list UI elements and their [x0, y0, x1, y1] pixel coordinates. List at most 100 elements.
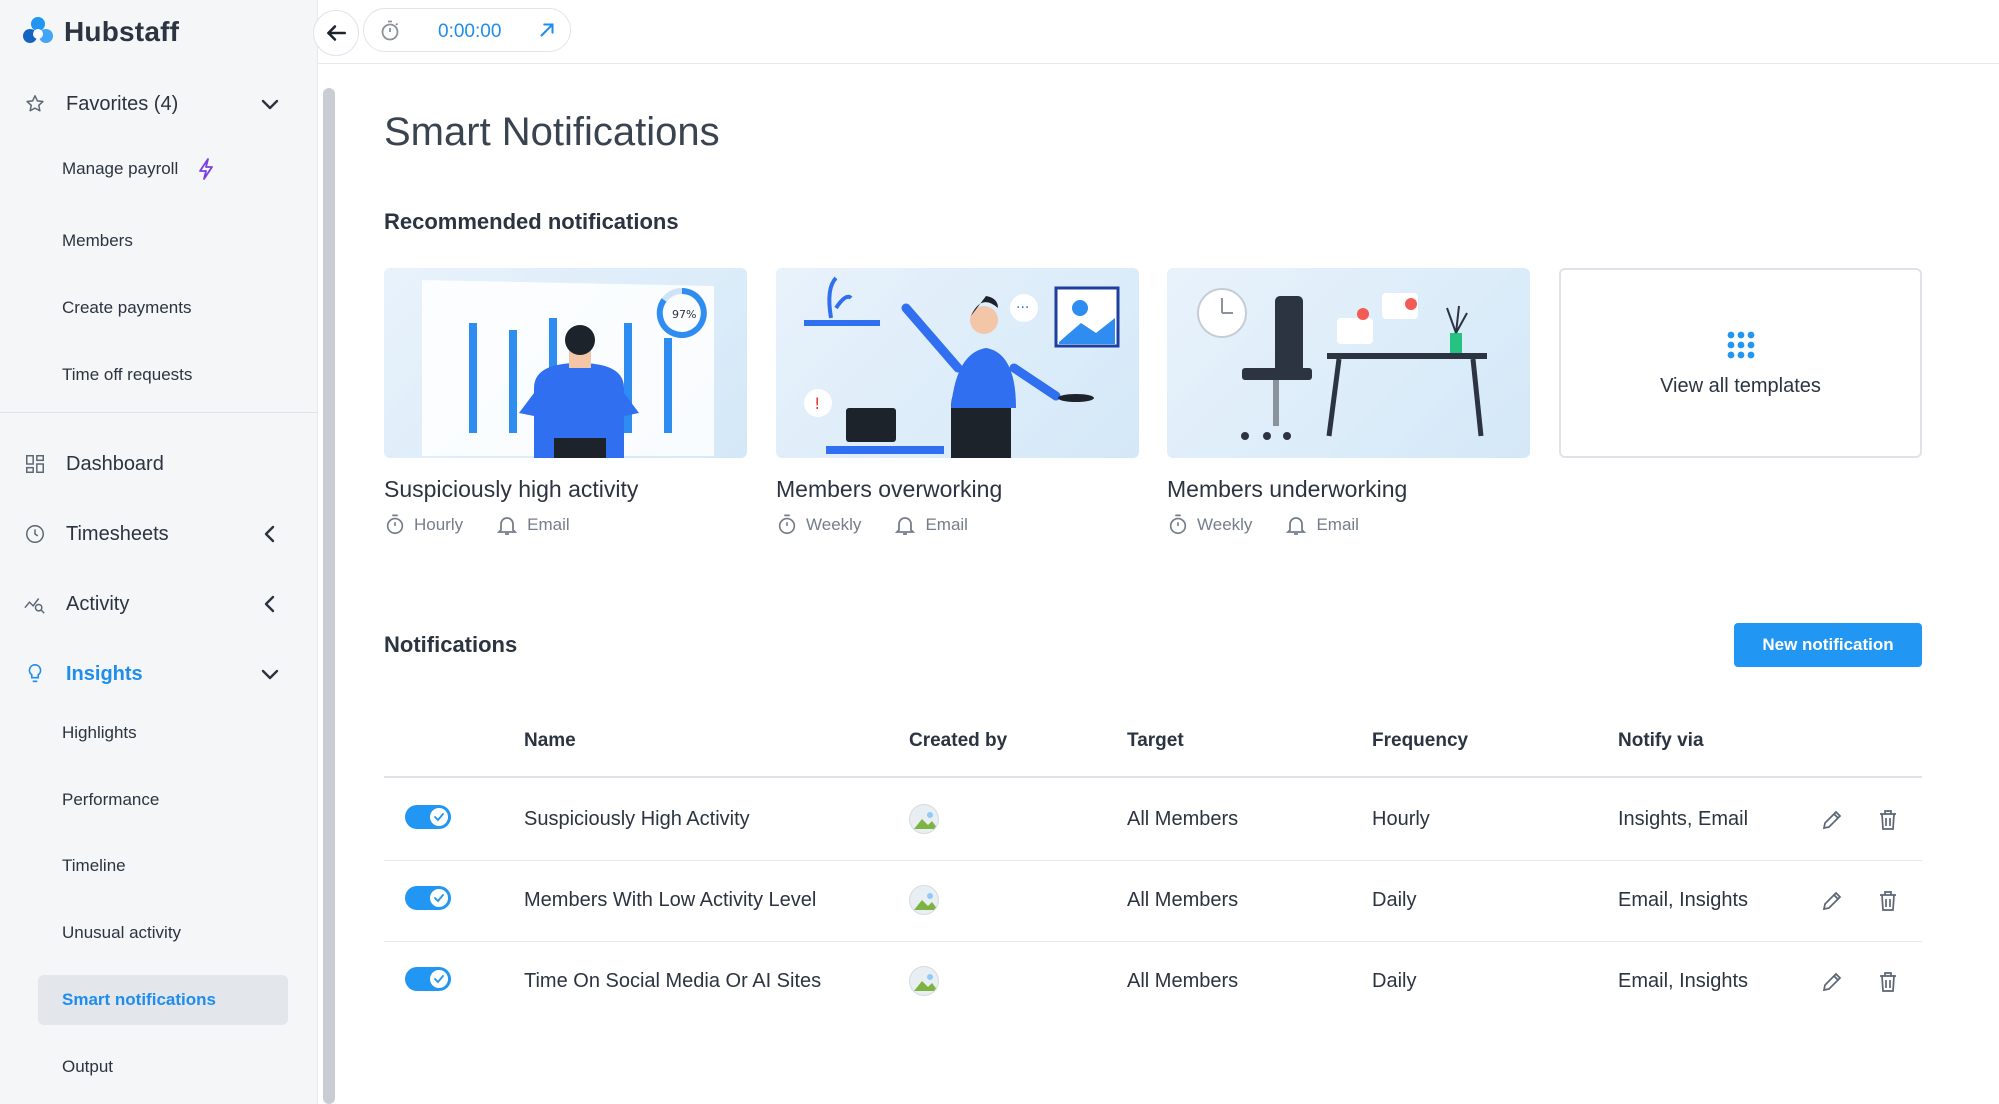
enabled-toggle[interactable] [405, 967, 451, 991]
card-channel: Email [527, 515, 570, 534]
sidebar-item-label: Manage payroll [62, 159, 179, 178]
view-all-templates-button[interactable]: View all templates [1559, 268, 1922, 458]
activity-label: Activity [66, 592, 130, 615]
sidebar-item-favorites[interactable]: Favorites (4) [0, 76, 318, 132]
notification-frequency: Hourly [1372, 808, 1430, 830]
sidebar-item-unusual-activity[interactable]: Unusual activity [38, 908, 288, 958]
stopwatch-icon [381, 20, 399, 41]
sidebar-item-label: Smart notifications [62, 990, 216, 1009]
avatar [909, 885, 939, 915]
view-all-templates-label: View all templates [1660, 374, 1821, 397]
notification-channels: Email, Insights [1618, 970, 1749, 992]
chevron-left-icon [264, 525, 275, 543]
bell-icon [496, 517, 518, 535]
card-frequency: Weekly [1197, 515, 1253, 534]
sidebar-divider [0, 412, 318, 413]
dashboard-icon [22, 451, 48, 477]
sidebar-item-timesheets[interactable]: Timesheets [0, 506, 318, 562]
sidebar-item-highlights[interactable]: Highlights [38, 708, 288, 758]
arrow-up-right-icon[interactable] [536, 19, 558, 41]
new-notification-button[interactable]: New notification [1734, 623, 1922, 667]
sidebar-item-insights[interactable]: Insights [0, 646, 318, 702]
sidebar-item-label: Highlights [62, 723, 137, 742]
recommended-title: Recommended notifications [384, 209, 679, 234]
lightbulb-icon [22, 661, 48, 687]
collapse-sidebar-button[interactable] [313, 10, 359, 56]
hubstaff-logo-icon [23, 17, 53, 43]
check-icon [434, 813, 444, 822]
card-title: Members overworking [776, 476, 1003, 502]
notification-channels: Insights, Email [1618, 808, 1749, 830]
timesheets-label: Timesheets [66, 522, 169, 545]
sidebar-item-members[interactable]: Members [38, 216, 288, 266]
card-channel: Email [1316, 515, 1359, 534]
timer-widget[interactable]: 0:00:00 [363, 8, 571, 52]
high-activity-illustration: 97% [384, 268, 747, 458]
bell-icon [1286, 517, 1307, 535]
notification-channels: Email, Insights [1618, 889, 1749, 911]
column-header-notify-via[interactable]: Notify via [1618, 730, 1704, 752]
notifications-title: Notifications [384, 632, 518, 657]
card-title: Suspiciously high activity [384, 476, 639, 502]
column-header-target[interactable]: Target [1127, 730, 1184, 752]
sidebar-item-dashboard[interactable]: Dashboard [0, 436, 318, 492]
trash-icon[interactable] [1874, 806, 1902, 834]
sidebar-item-create-payments[interactable]: Create payments [38, 283, 288, 333]
sidebar-item-performance[interactable]: Performance [38, 775, 288, 825]
chevron-left-icon [264, 595, 275, 613]
enabled-toggle[interactable] [405, 805, 451, 829]
check-icon [434, 975, 444, 984]
page-title: Smart Notifications [384, 110, 720, 154]
recommended-card-overworking[interactable]: ··· ! Members overworking Weekly Email [776, 268, 1139, 537]
sidebar-scrollbar[interactable] [323, 88, 335, 1104]
notification-target: All Members [1127, 970, 1239, 992]
stopwatch-icon [386, 514, 404, 535]
bell-icon [895, 517, 916, 535]
sidebar-item-label: Unusual activity [62, 923, 182, 942]
lightning-icon [199, 158, 214, 180]
chevron-down-icon [261, 99, 279, 110]
notification-target: All Members [1127, 889, 1239, 911]
sidebar-item-time-off-requests[interactable]: Time off requests [38, 350, 288, 400]
sidebar-item-timeline[interactable]: Timeline [38, 841, 288, 891]
arrow-left-icon [327, 25, 346, 41]
column-header-name[interactable]: Name [524, 730, 576, 752]
avatar [909, 804, 939, 834]
table-row: Suspiciously High Activity All Members H… [384, 780, 1922, 861]
sidebar: Hubstaff Favorites (4) Manage payroll Me… [0, 0, 318, 1104]
card-channel: Email [925, 515, 968, 534]
star-icon [22, 91, 48, 117]
notification-name: Time On Social Media Or AI Sites [524, 970, 822, 992]
sidebar-item-label: Output [62, 1057, 114, 1076]
notification-frequency: Daily [1372, 970, 1417, 992]
stopwatch-icon [1169, 514, 1187, 535]
sidebar-item-manage-payroll[interactable]: Manage payroll [38, 144, 288, 194]
sidebar-item-smart-notifications[interactable]: Smart notifications [38, 975, 288, 1025]
favorites-label: Favorites (4) [66, 92, 179, 115]
underworking-illustration [1167, 268, 1530, 458]
trash-icon[interactable] [1874, 968, 1902, 996]
edit-pencil-icon[interactable] [1818, 887, 1846, 915]
recommended-card-underworking[interactable]: Members underworking Weekly Email [1167, 268, 1530, 537]
column-header-created-by[interactable]: Created by [909, 730, 1007, 752]
logo[interactable]: Hubstaff [20, 14, 179, 50]
edit-pencil-icon[interactable] [1818, 806, 1846, 834]
enabled-toggle[interactable] [405, 886, 451, 910]
clock-icon [22, 521, 48, 547]
sidebar-item-output[interactable]: Output [38, 1042, 288, 1092]
column-header-frequency[interactable]: Frequency [1372, 730, 1468, 752]
sidebar-item-label: Members [62, 231, 133, 250]
recommended-card-high-activity[interactable]: 97% Suspiciously high activity Hourly Em… [384, 268, 747, 537]
sidebar-item-activity[interactable]: Activity [0, 576, 318, 632]
card-frequency: Weekly [806, 515, 862, 534]
table-row: Members With Low Activity Level All Memb… [384, 861, 1922, 942]
sidebar-item-label: Performance [62, 790, 160, 809]
grid-dots-icon [1727, 331, 1754, 358]
edit-pencil-icon[interactable] [1818, 968, 1846, 996]
overworking-illustration: ··· ! [776, 268, 1139, 458]
card-frequency: Hourly [414, 515, 464, 534]
notification-target: All Members [1127, 808, 1239, 830]
dashboard-label: Dashboard [66, 452, 164, 475]
trash-icon[interactable] [1874, 887, 1902, 915]
svg-text:!: ! [814, 394, 820, 413]
